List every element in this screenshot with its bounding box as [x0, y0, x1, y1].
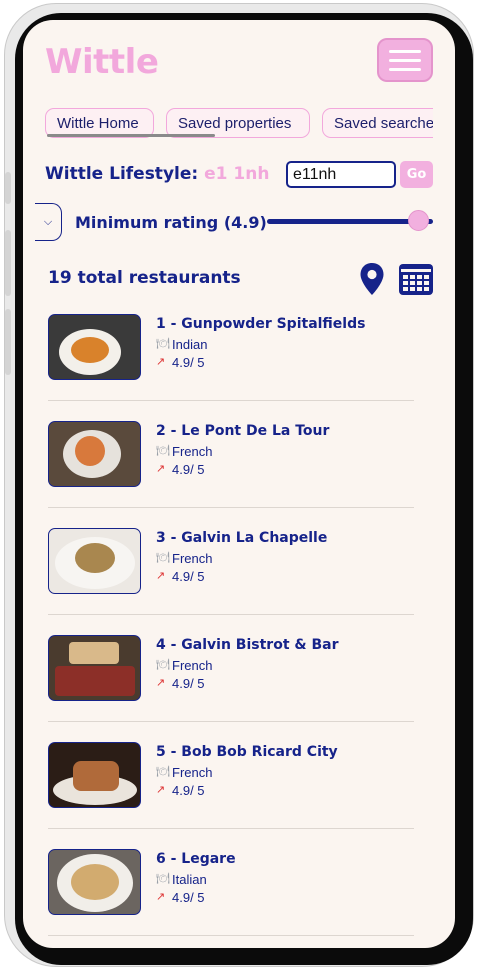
chevron-down-icon: ⌵	[43, 215, 53, 228]
restaurant-cuisine: 🍽 Indian	[156, 337, 207, 352]
rating-slider-thumb[interactable]	[408, 210, 429, 231]
restaurant-card[interactable]: 1 - Gunpowder Spitalfields 🍽 Indian ↗ 4.9/…	[23, 314, 455, 421]
cutlery-icon: 🍽	[156, 338, 170, 350]
restaurant-rating: ↗ 4.9/ 5	[156, 676, 205, 691]
rating-text: 4.9/ 5	[172, 890, 205, 905]
food-shape	[71, 864, 119, 900]
cuisine-text: French	[172, 658, 213, 673]
list-divider	[48, 935, 414, 936]
restaurant-card[interactable]: 4 - Galvin Bistrot & Bar 🍽 French ↗ 4.9/ 5	[23, 635, 455, 742]
cutlery-icon: 🍽	[156, 873, 170, 885]
chart-icon: ↗	[156, 356, 166, 368]
cutlery-icon: 🍽	[156, 766, 170, 778]
menu-icon-line	[389, 49, 421, 53]
restaurant-name[interactable]: 6 - Legare	[156, 851, 236, 867]
restaurant-card[interactable]: 3 - Galvin La Chapelle 🍽 French ↗ 4.9/ 5	[23, 528, 455, 635]
hamburger-menu-button[interactable]	[377, 38, 433, 82]
rating-text: 4.9/ 5	[172, 676, 205, 691]
chart-icon: ↗	[156, 463, 166, 475]
menu-icon-line	[389, 58, 421, 62]
list-divider	[48, 507, 414, 508]
restaurant-name[interactable]: 1 - Gunpowder Spitalfields	[156, 316, 365, 332]
table-shape	[55, 666, 135, 696]
cuisine-text: Indian	[172, 337, 208, 352]
rating-text: 4.9/ 5	[172, 462, 205, 477]
restaurant-name[interactable]: 2 - Le Pont De La Tour	[156, 423, 329, 439]
total-restaurants-count: 19 total restaurants	[48, 268, 241, 288]
restaurant-cuisine: 🍽 French	[156, 765, 212, 780]
cuisine-text: French	[172, 551, 213, 566]
chart-icon: ↗	[156, 891, 166, 903]
list-divider	[48, 828, 414, 829]
restaurant-name[interactable]: 3 - Galvin La Chapelle	[156, 530, 327, 546]
menu-icon-line	[389, 67, 421, 71]
food-shape	[75, 436, 105, 466]
map-pin-icon[interactable]	[359, 262, 385, 296]
lifestyle-heading: Wittle Lifestyle: e1 1nh	[45, 164, 269, 184]
restaurant-photo[interactable]	[48, 421, 141, 487]
app-screen: Wittle Wittle Home Saved properties Save…	[23, 20, 455, 948]
cutlery-icon: 🍽	[156, 552, 170, 564]
chart-icon: ↗	[156, 677, 166, 689]
restaurant-cuisine: 🍽 French	[156, 444, 212, 459]
restaurant-card[interactable]: 6 - Legare 🍽 Italian ↗ 4.9/ 5	[23, 849, 455, 948]
food-shape	[73, 761, 119, 791]
postcode-input[interactable]	[286, 161, 396, 188]
restaurant-cuisine: 🍽 French	[156, 551, 212, 566]
chart-icon: ↗	[156, 570, 166, 582]
volume-down-button	[5, 309, 11, 375]
restaurant-card[interactable]: 5 - Bob Bob Ricard City 🍽 French ↗ 4.9/ 5	[23, 742, 455, 849]
restaurant-photo[interactable]	[48, 742, 141, 808]
window-shape	[69, 642, 119, 664]
rating-text: 4.9/ 5	[172, 783, 205, 798]
lifestyle-label: Wittle Lifestyle:	[45, 164, 199, 184]
mute-switch	[5, 172, 11, 204]
restaurant-photo[interactable]	[48, 849, 141, 915]
minimum-rating-label: Minimum rating (4.9)	[75, 213, 267, 232]
rating-text: 4.9/ 5	[172, 355, 205, 370]
cuisine-text: French	[172, 765, 213, 780]
list-divider	[48, 614, 414, 615]
restaurant-rating: ↗ 4.9/ 5	[156, 569, 205, 584]
restaurant-photo[interactable]	[48, 528, 141, 594]
cuisine-text: Italian	[172, 872, 207, 887]
chart-icon: ↗	[156, 784, 166, 796]
go-button[interactable]: Go	[400, 161, 433, 188]
restaurant-photo[interactable]	[48, 635, 141, 701]
list-divider	[48, 400, 414, 401]
restaurant-rating: ↗ 4.9/ 5	[156, 783, 205, 798]
list-divider	[48, 721, 414, 722]
restaurant-cuisine: 🍽 French	[156, 658, 212, 673]
restaurant-rating: ↗ 4.9/ 5	[156, 890, 205, 905]
restaurant-name[interactable]: 5 - Bob Bob Ricard City	[156, 744, 338, 760]
collapse-filter-button[interactable]: ⌵	[35, 203, 62, 241]
tab-saved-searches[interactable]: Saved searches	[322, 108, 433, 138]
restaurant-name[interactable]: 4 - Galvin Bistrot & Bar	[156, 637, 339, 653]
food-shape	[71, 337, 109, 363]
app-logo[interactable]: Wittle	[45, 42, 159, 82]
food-shape	[75, 543, 115, 573]
restaurant-card[interactable]: 2 - Le Pont De La Tour 🍽 French ↗ 4.9/ 5	[23, 421, 455, 528]
restaurant-rating: ↗ 4.9/ 5	[156, 355, 205, 370]
lifestyle-postcode: e1 1nh	[204, 164, 270, 184]
restaurant-rating: ↗ 4.9/ 5	[156, 462, 205, 477]
cutlery-icon: 🍽	[156, 659, 170, 671]
rating-text: 4.9/ 5	[172, 569, 205, 584]
restaurant-cuisine: 🍽 Italian	[156, 872, 207, 887]
restaurant-photo[interactable]	[48, 314, 141, 380]
volume-up-button	[5, 230, 11, 296]
grid-view-icon[interactable]	[399, 264, 433, 295]
tabs-scrollbar[interactable]	[47, 134, 215, 137]
cutlery-icon: 🍽	[156, 445, 170, 457]
cuisine-text: French	[172, 444, 213, 459]
